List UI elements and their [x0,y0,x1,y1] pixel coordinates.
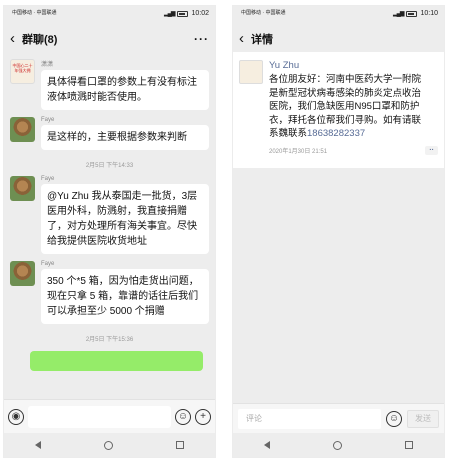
clock: 10:10 [420,10,438,17]
sender-name: 潇潇 [41,62,54,68]
clock: 10:02 [191,10,209,17]
post-detail-screen: 中国移动 · 中国联通 ▂▄▆ 10:10 ‹ 详情 Yu Zhu 各位朋友好：… [232,5,445,458]
message-row: Faye 350 个*5 箱，因为怕走货出问题，现在只拿 5 箱，靠谱的话往后我… [4,261,215,324]
detail-header: ‹ 详情 [233,26,444,52]
sender-name: Faye [41,117,55,123]
message-list[interactable]: 中国心二十 年强大拥 潇潇 具体得看口罩的参数上有没有标注液体喷溅时能否使用。 … [4,52,215,399]
dog-avatar[interactable] [10,176,35,201]
nav-home-icon[interactable] [103,440,113,450]
page-title: 详情 [251,34,273,46]
signal-icon: ▂▄▆ [392,11,405,17]
comment-input[interactable]: 评论 [238,408,381,429]
more-options-button[interactable]: ··· [194,32,209,46]
voice-icon[interactable]: ◉ [8,408,24,425]
back-button[interactable]: ‹ [10,29,15,49]
system-nav-bar [233,433,444,457]
phone-link[interactable]: 18638282337 [307,128,365,139]
chat-title: 群聊(8) [22,34,58,46]
carrier-label: 中国移动 · 中国联通 [241,10,286,16]
message-bubble[interactable]: @Yu Zhu 我从泰国走一批货，3层医用外科，防溅射，我直接捐赠了，对方处理所… [41,184,209,254]
plus-icon[interactable]: + [195,408,211,425]
post-timestamp: 2020年1月30日 21:51 [269,148,328,155]
chat-header: ‹ 群聊(8) ··· [4,26,215,52]
timestamp: 2月5日 下午14:33 [85,163,134,169]
comment-bar: 评论 ☺ 发送 [233,403,444,433]
message-bubble[interactable]: 是这样的，主要根据参数来判断 [41,125,209,150]
message-row: Faye @Yu Zhu 我从泰国走一批货，3层医用外科，防溅射，我直接捐赠了，… [4,176,215,254]
sender-name: Faye [41,261,55,267]
comment-like-button[interactable]: ·· [425,145,438,155]
poster-avatar[interactable] [239,60,263,84]
battery-icon [177,10,189,17]
poster-avatar[interactable]: 中国心二十 年强大拥 [10,59,35,84]
nav-recents-icon[interactable] [404,441,413,449]
nav-back-icon[interactable] [264,441,271,449]
carrier-label: 中国移动 · 中国联通 [12,10,57,16]
message-row: Faye 是这样的，主要根据参数来判断 [4,117,215,150]
group-chat-screen: 中国移动 · 中国联通 ▂▄▆ 10:02 ‹ 群聊(8) ··· 中国心二十 … [3,5,216,458]
timestamp: 2月5日 下午15:36 [85,337,134,343]
emoji-icon[interactable]: ☺ [386,410,402,427]
post-text: 各位朋友好：河南中医药大学一附院是新型冠状病毒感染的肺炎定点收治医院，我们急缺医… [269,74,422,139]
author-name[interactable]: Yu Zhu [269,60,429,71]
dog-avatar[interactable] [10,117,35,142]
message-input[interactable] [28,405,171,428]
status-bar: 中国移动 · 中国联通 ▂▄▆ 10:02 [4,6,215,26]
message-bubble[interactable]: 具体得看口罩的参数上有没有标注液体喷溅时能否使用。 [41,70,209,110]
nav-home-icon[interactable] [332,440,342,450]
nav-back-icon[interactable] [35,441,42,449]
nav-recents-icon[interactable] [175,441,184,449]
dog-avatar[interactable] [10,261,35,286]
status-bar: 中国移动 · 中国联通 ▂▄▆ 10:10 [233,6,444,26]
message-bubble[interactable]: 350 个*5 箱，因为怕走货出问题，现在只拿 5 箱，靠谱的话往后我们可以承担… [41,269,209,324]
battery-icon [406,10,418,17]
chat-input-bar: ◉ ☺ + [4,399,215,433]
back-button[interactable]: ‹ [239,29,244,49]
system-nav-bar [4,433,215,457]
signal-icon: ▂▄▆ [163,11,176,17]
own-message-bubble[interactable] [30,351,203,371]
moments-post: Yu Zhu 各位朋友好：河南中医药大学一附院是新型冠状病毒感染的肺炎定点收治医… [233,52,444,168]
message-row: 中国心二十 年强大拥 潇潇 具体得看口罩的参数上有没有标注液体喷溅时能否使用。 [4,59,215,110]
sender-name: Faye [41,176,55,182]
send-button[interactable]: 发送 [407,409,439,428]
emoji-icon[interactable]: ☺ [175,408,191,425]
